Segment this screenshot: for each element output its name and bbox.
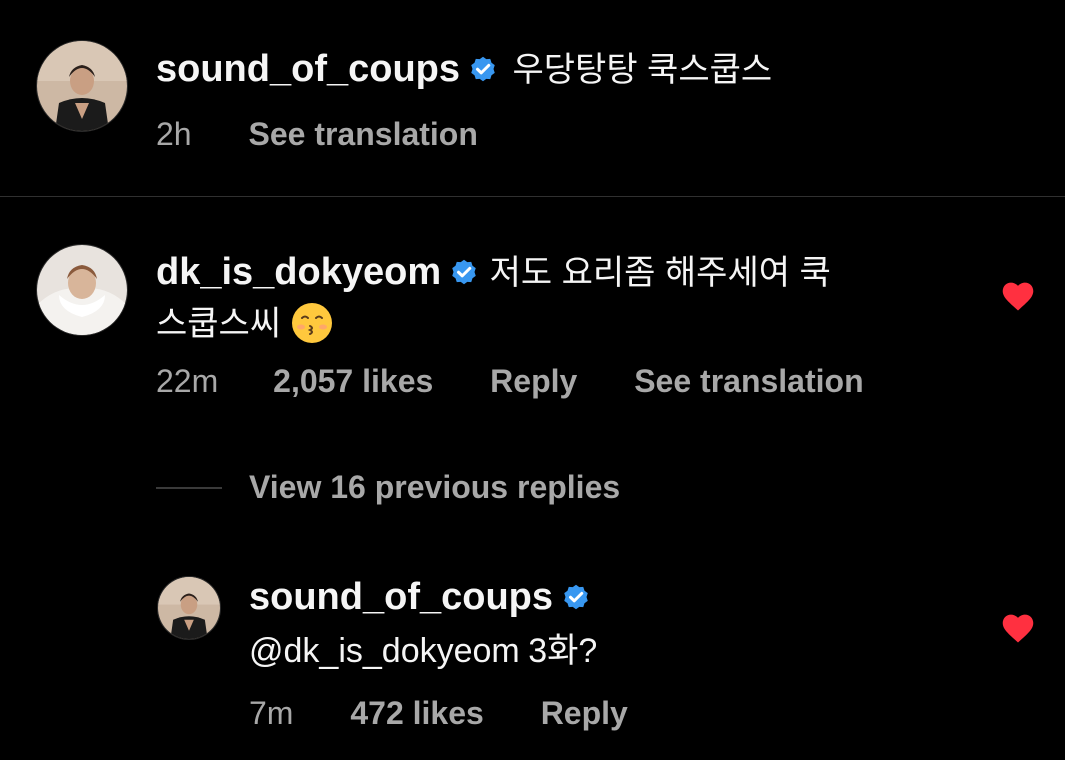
caption-time: 2h bbox=[156, 116, 192, 152]
reply-like-heart-icon[interactable] bbox=[1000, 612, 1036, 644]
reply-time: 7m bbox=[249, 695, 294, 731]
view-previous-replies-label: View 16 previous replies bbox=[249, 469, 621, 505]
avatar-person-icon bbox=[37, 245, 127, 335]
verified-badge-icon bbox=[561, 582, 591, 612]
comment-time: 22m bbox=[156, 363, 219, 399]
verified-badge-icon bbox=[449, 257, 479, 287]
reply-meta: 7m 472 likes Reply bbox=[249, 695, 628, 732]
reply-username[interactable]: sound_of_coups bbox=[249, 576, 553, 618]
comment-like-heart-icon[interactable] bbox=[1000, 280, 1036, 312]
reply-text: 3화? bbox=[528, 632, 598, 670]
caption-avatar[interactable] bbox=[36, 40, 128, 132]
comment-see-translation-button[interactable]: See translation bbox=[634, 363, 863, 400]
comment-text-line1: 저도 요리좀 해주세여 쿡 bbox=[489, 254, 831, 292]
caption-username[interactable]: sound_of_coups bbox=[156, 48, 460, 90]
reply-avatar[interactable] bbox=[157, 576, 221, 640]
comment-reply-button[interactable]: Reply bbox=[490, 363, 577, 400]
caption-text: 우당탕탕 쿡스쿱스 bbox=[512, 51, 773, 89]
comment-username[interactable]: dk_is_dokyeom bbox=[156, 251, 441, 293]
caption-see-translation-button[interactable]: See translation bbox=[248, 116, 477, 153]
avatar-person-icon bbox=[37, 41, 127, 131]
reply-mention-link[interactable]: @dk_is_dokyeom bbox=[249, 632, 520, 670]
comment-meta: 22m 2,057 likes Reply See translation bbox=[156, 363, 864, 400]
avatar-person-icon bbox=[158, 577, 220, 639]
caption-divider bbox=[0, 196, 1065, 197]
kissing-face-emoji bbox=[290, 301, 334, 345]
caption-meta: 2h See translation bbox=[156, 116, 478, 153]
reply-reply-button[interactable]: Reply bbox=[541, 695, 628, 732]
view-previous-replies-button[interactable]: View 16 previous replies bbox=[249, 469, 620, 506]
comment-text-line2: 스쿱스씨 bbox=[156, 305, 282, 343]
comment-avatar[interactable] bbox=[36, 244, 128, 336]
reply-likes-count[interactable]: 472 likes bbox=[350, 695, 483, 732]
replies-line-rule bbox=[156, 487, 222, 489]
verified-badge-icon bbox=[468, 54, 498, 84]
comment-likes-count[interactable]: 2,057 likes bbox=[273, 363, 433, 400]
